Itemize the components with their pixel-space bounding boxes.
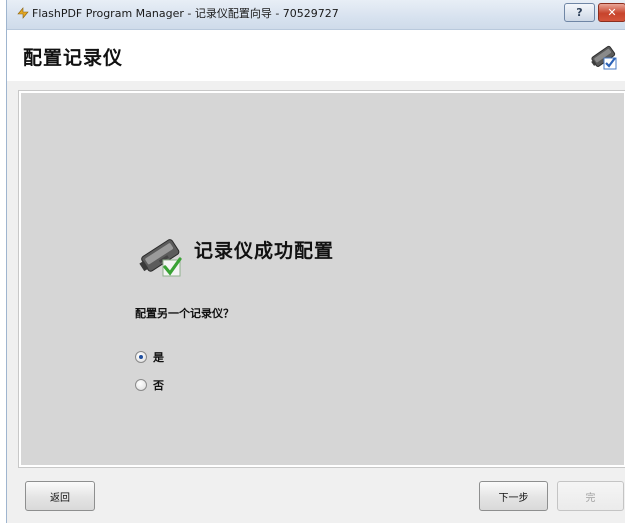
logger-success-icon [139, 239, 182, 277]
help-button[interactable]: ? [564, 3, 595, 22]
option-no[interactable]: 否 [135, 377, 164, 393]
content-panel: 记录仪成功配置 配置另一个记录仪？ 是 否 [19, 91, 625, 467]
wizard-header: 配置记录仪 [7, 30, 625, 81]
wizard-window: FlashPDF Program Manager - 记录仪配置向导 - 705… [6, 0, 625, 523]
radio-no[interactable] [135, 379, 147, 391]
close-button[interactable]: ✕ [598, 3, 625, 22]
app-icon [17, 7, 29, 19]
next-button[interactable]: 下一步 [479, 481, 548, 511]
title-bar[interactable]: FlashPDF Program Manager - 记录仪配置向导 - 705… [7, 0, 625, 30]
configure-another-question: 配置另一个记录仪？ [135, 307, 234, 320]
option-yes[interactable]: 是 [135, 349, 164, 365]
window-title: FlashPDF Program Manager - 记录仪配置向导 - 705… [32, 7, 339, 20]
back-button[interactable]: 返回 [25, 481, 95, 511]
success-message: 记录仪成功配置 [194, 240, 335, 262]
option-yes-label: 是 [153, 351, 164, 364]
logger-config-icon [591, 45, 617, 70]
option-no-label: 否 [153, 379, 164, 392]
radio-yes[interactable] [135, 351, 147, 363]
page-title: 配置记录仪 [23, 47, 124, 69]
finish-button[interactable]: 完 [557, 481, 624, 511]
